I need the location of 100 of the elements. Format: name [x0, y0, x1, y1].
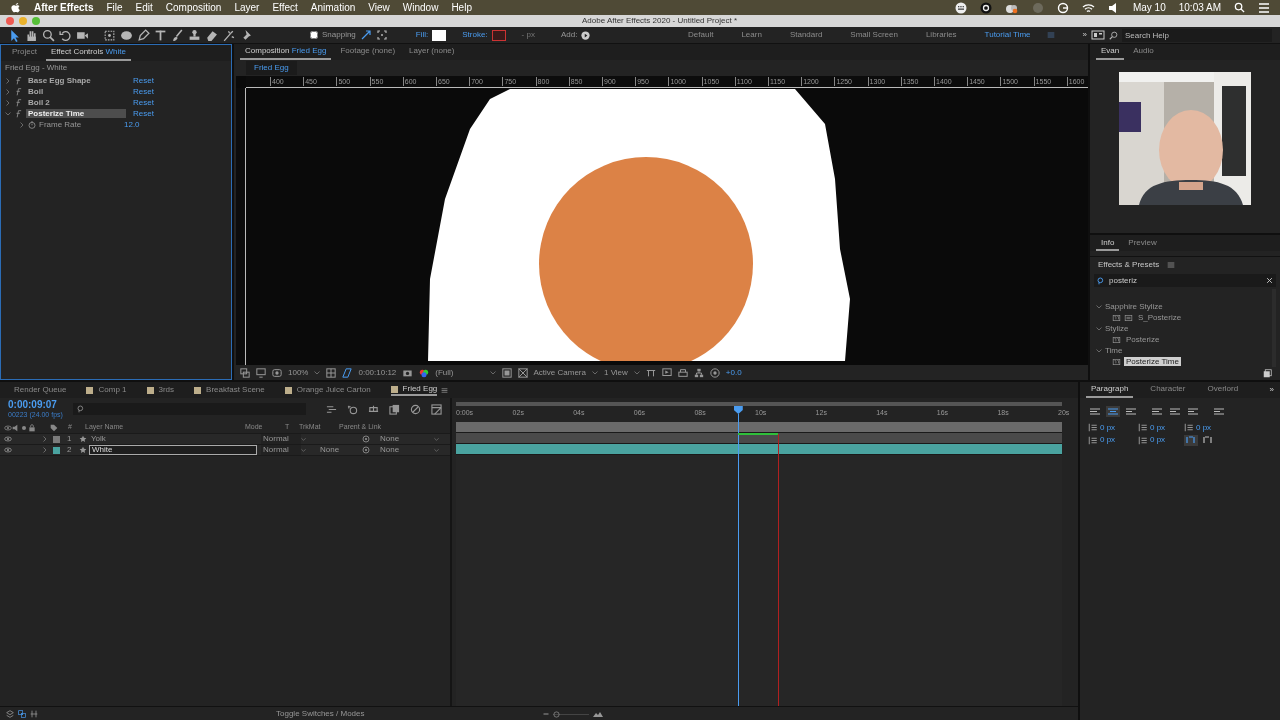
playhead[interactable] [733, 406, 743, 414]
indent-value[interactable]: 0 px [1150, 423, 1166, 433]
zoom-slider-handle[interactable] [552, 710, 560, 718]
stopwatch-icon[interactable] [28, 120, 36, 129]
panel-tab[interactable]: Composition Fried Egg [240, 44, 332, 60]
toggle-switches-button[interactable]: Toggle Switches / Modes [276, 709, 365, 719]
menu-item[interactable]: Edit [135, 1, 153, 14]
zoom-out-icon[interactable] [542, 711, 549, 717]
snap-arrows-icon[interactable] [359, 29, 372, 41]
timeline-tab[interactable]: Breakfast Scene [194, 385, 265, 395]
label-color-swatch[interactable] [53, 446, 60, 454]
new-folder-icon[interactable] [1263, 369, 1272, 378]
panel-tab[interactable]: Preview [1123, 235, 1162, 252]
reset-link[interactable]: Reset [133, 75, 154, 86]
stroke-swatch[interactable] [491, 29, 506, 41]
circle-icon[interactable] [979, 1, 992, 14]
mask-icon[interactable] [272, 367, 282, 378]
current-time-display[interactable]: 0:00:09:07 [8, 398, 63, 411]
panel-tab[interactable]: Info [1096, 235, 1120, 252]
exposure-icon[interactable] [709, 367, 720, 378]
caret-icon[interactable] [314, 369, 321, 376]
workspace-tab[interactable]: Libraries [913, 30, 969, 40]
menu-item[interactable]: Window [402, 1, 439, 14]
menu-icon[interactable] [441, 386, 449, 394]
zoom-in-icon[interactable] [592, 711, 603, 717]
layout-icon[interactable] [645, 367, 656, 378]
fx-icon[interactable] [14, 109, 23, 118]
tree-folder[interactable]: Stylize [1105, 323, 1129, 334]
workspace-tab[interactable]: Default [676, 30, 726, 40]
timeline-tab[interactable]: Render Queue [14, 385, 67, 395]
disclosure-caret-icon[interactable] [1096, 347, 1102, 354]
zoom-icon[interactable] [42, 28, 55, 42]
region-icon[interactable] [240, 367, 250, 378]
menu-item[interactable]: Help [451, 1, 472, 14]
search-field[interactable]: Search Help [1122, 28, 1272, 42]
draft-3d-icon[interactable] [347, 403, 358, 415]
flowchart-icon[interactable] [693, 367, 704, 378]
panel-tab[interactable]: Character [1145, 382, 1191, 398]
breadcrumb-tab[interactable]: Fried Egg [246, 61, 297, 75]
indent-icon[interactable] [1184, 423, 1194, 433]
label-color-swatch[interactable] [53, 435, 60, 443]
timeline-tab[interactable]: Orange Juice Carton [284, 385, 371, 395]
indent-icon[interactable] [1088, 435, 1098, 445]
zoom-dropdown[interactable]: 100% [288, 367, 309, 378]
panel-tab[interactable]: Overlord [1202, 382, 1244, 398]
disclosure-caret-icon[interactable] [1096, 325, 1102, 332]
tree-item[interactable]: S_Posterize [1136, 312, 1184, 323]
checkerboard-icon[interactable] [517, 367, 528, 378]
menu-item[interactable]: Effect [272, 1, 298, 14]
text-direction-button[interactable] [1184, 434, 1198, 446]
rotate-icon[interactable] [59, 28, 72, 42]
type-tool-icon[interactable] [154, 28, 167, 42]
grid-icon[interactable] [326, 367, 337, 378]
eye-icon[interactable] [4, 435, 12, 443]
camera-dropdown[interactable]: Active Camera [533, 367, 586, 378]
panel-tab[interactable]: Effect Controls White [45, 45, 131, 61]
pan-behind-icon[interactable] [103, 28, 116, 42]
track-matte-dropdown[interactable]: None [318, 445, 362, 455]
disclosure-caret-icon[interactable] [5, 110, 11, 117]
lock-icon[interactable] [28, 423, 36, 432]
reset-link[interactable]: Reset [133, 108, 154, 119]
fx-icon[interactable] [14, 98, 23, 107]
disclosure-caret-icon[interactable] [5, 99, 11, 106]
play-circle-icon[interactable] [581, 30, 591, 40]
menu-item[interactable]: Composition [165, 1, 222, 14]
brush-icon[interactable] [171, 28, 184, 42]
wifi-icon[interactable] [1081, 1, 1095, 14]
color-channels-icon[interactable] [419, 367, 430, 378]
layer-switches-icon[interactable] [6, 710, 14, 718]
tree-item[interactable]: Posterize [1124, 334, 1162, 345]
overflow-button[interactable]: » [1269, 385, 1274, 395]
frame-blending-icon[interactable] [368, 403, 379, 415]
reset-link[interactable]: Reset [133, 97, 154, 108]
indent-value[interactable]: 0 px [1150, 435, 1166, 445]
eraser-icon[interactable] [205, 28, 218, 42]
effect-name[interactable]: Posterize Time [26, 108, 126, 119]
indent-icon[interactable] [1138, 435, 1148, 445]
indent-icon[interactable] [1088, 423, 1098, 433]
resolution-dropdown[interactable]: (Full) [435, 367, 454, 378]
tree-item[interactable]: Posterize Time [1124, 356, 1181, 367]
keyboard-icon[interactable] [954, 1, 967, 14]
reset-link[interactable]: Reset [133, 86, 154, 97]
caret-icon[interactable] [591, 369, 598, 376]
mode-dropdown[interactable]: Normal [261, 434, 301, 444]
effect-preset-icon[interactable] [1112, 335, 1121, 344]
overflow-button[interactable]: » [1082, 30, 1087, 40]
work-area-bar[interactable] [456, 422, 1062, 433]
graph-editor-icon[interactable] [431, 403, 442, 415]
align-button[interactable] [1168, 406, 1182, 417]
timeline-icon[interactable] [677, 367, 688, 378]
indent-icon[interactable] [1138, 423, 1148, 433]
caret-icon[interactable] [633, 369, 640, 376]
workspace-tab[interactable]: Small Screen [838, 30, 910, 40]
timeline-tab[interactable]: 3rds [146, 385, 175, 395]
roi-icon[interactable] [501, 367, 512, 378]
property-value[interactable]: 12.0 [124, 119, 140, 130]
disclosure-caret-icon[interactable] [5, 88, 11, 95]
selection-arrow-icon[interactable] [8, 28, 21, 42]
motion-blur-icon[interactable] [389, 403, 400, 415]
panel-tab[interactable]: Paragraph [1086, 382, 1134, 398]
